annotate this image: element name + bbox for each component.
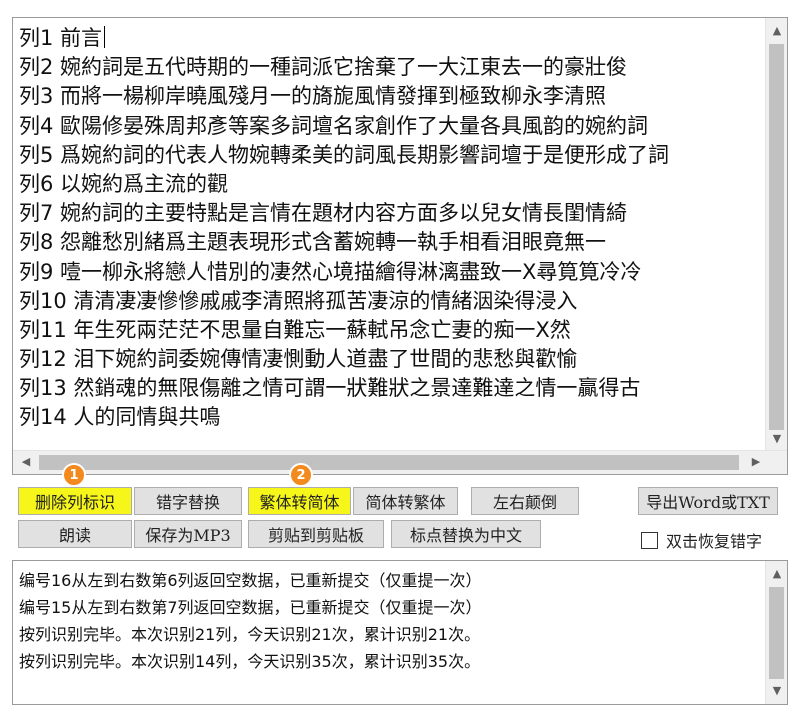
editor-text-area[interactable]: 列1 前言 列2 婉約詞是五代時期的一種詞派它捨棄了一大江東去一的豪壯俊 列3 … [19,24,759,450]
log-vertical-scrollbar[interactable]: ▲ ▼ [765,561,787,704]
reverse-left-right-button[interactable]: 左右颠倒 [471,487,579,515]
editor-line: 列3 而將一楊柳岸曉風殘月一的旖旎風情發揮到極致柳永李清照 [19,84,607,109]
status-log-panel[interactable]: 编号16从左到右数第6列返回空数据，已重新提交（仅重提一次） 编号15从左到右数… [12,560,788,705]
scroll-up-icon[interactable]: ▲ [766,563,787,585]
restore-typo-checkbox[interactable] [641,531,658,549]
editor-vscroll-thumb[interactable] [769,44,784,430]
editor-vertical-scrollbar[interactable]: ▲ ▼ [765,18,787,452]
text-caret [104,26,106,48]
editor-hscroll-thumb[interactable] [39,455,739,470]
log-line: 按列识别完毕。本次识别14列，今天识别35次，累计识别35次。 [19,652,481,671]
read-aloud-button[interactable]: 朗读 [18,520,132,548]
editor-line: 列11 年生死兩茫茫不思量自難忘一蘇軾吊念亡妻的痴一X然 [19,317,571,342]
scroll-down-icon[interactable]: ▼ [766,680,787,702]
editor-line: 列1 前言 [19,24,759,53]
editor-horizontal-scrollbar[interactable]: ◀ ▶ [13,450,787,474]
scroll-down-icon[interactable]: ▼ [766,428,787,450]
log-vscroll-thumb[interactable] [769,587,784,679]
simp-to-trad-button[interactable]: 简体转繁体 [353,487,458,515]
trad-to-simp-button[interactable]: 繁体转简体 [248,487,351,515]
export-word-txt-button[interactable]: 导出Word或TXT [638,487,778,515]
status-log-text: 编号16从左到右数第6列返回空数据，已重新提交（仅重提一次） 编号15从左到右数… [19,567,759,675]
scroll-right-icon[interactable]: ▶ [745,451,767,473]
restore-typo-checkbox-group[interactable]: 双击恢复错字 [641,528,762,552]
restore-typo-label: 双击恢复错字 [666,532,763,551]
scroll-left-icon[interactable]: ◀ [15,451,37,473]
punctuation-replace-button[interactable]: 标点替换为中文 [391,520,541,548]
editor-line: 列5 爲婉約詞的代表人物婉轉柔美的詞風長期影響詞壇于是便形成了詞 [19,142,670,167]
editor-line: 列14 人的同情與共鳴 [19,405,221,430]
log-line: 按列识别完毕。本次识别21列，今天识别21次，累计识别21次。 [19,625,481,644]
editor-line: 列10 清清凄凄慘慘戚戚李清照將孤苦凄涼的情緒洇染得浸入 [19,288,578,313]
editor-line: 列9 噎一柳永將戀人惜別的凄然心境描繪得淋漓盡致一X尋筧筧冷冷 [19,259,642,284]
save-mp3-button[interactable]: 保存为MP3 [134,520,242,548]
ocr-text-editor[interactable]: 列1 前言 列2 婉約詞是五代時期的一種詞派它捨棄了一大江東去一的豪壯俊 列3 … [12,17,788,475]
step-badge-2: 2 [289,463,313,487]
scroll-up-icon[interactable]: ▲ [766,20,787,42]
log-line: 编号16从左到右数第6列返回空数据，已重新提交（仅重提一次） [19,571,482,590]
editor-line: 列6 以婉約爲主流的觀 [19,171,229,196]
editor-line: 列8 怨離愁別緒爲主題表現形式含蓄婉轉一執手相看泪眼竟無一 [19,230,607,255]
log-line: 编号15从左到右数第7列返回空数据，已重新提交（仅重提一次） [19,598,482,617]
cut-to-clipboard-button[interactable]: 剪贴到剪贴板 [248,520,384,548]
editor-line: 列12 泪下婉約詞委婉傳情凄惻動人道盡了世間的悲愁與歡愉 [19,347,578,372]
editor-line: 列13 然銷魂的無限傷離之情可謂一狀難狀之景達難達之情一贏得古 [19,376,641,401]
editor-line: 列7 婉約詞的主要特點是言情在題材内容方面多以兒女情長閨情綺 [19,201,628,226]
delete-column-mark-button[interactable]: 删除列标识 [18,487,132,515]
typo-replace-button[interactable]: 错字替换 [134,487,242,515]
step-badge-1: 1 [62,463,86,487]
editor-line: 列2 婉約詞是五代時期的一種詞派它捨棄了一大江東去一的豪壯俊 [19,55,628,80]
editor-line: 列4 歐陽修晏殊周邦彥等案多詞壇名家創作了大量各具風韵的婉約詞 [19,113,649,138]
